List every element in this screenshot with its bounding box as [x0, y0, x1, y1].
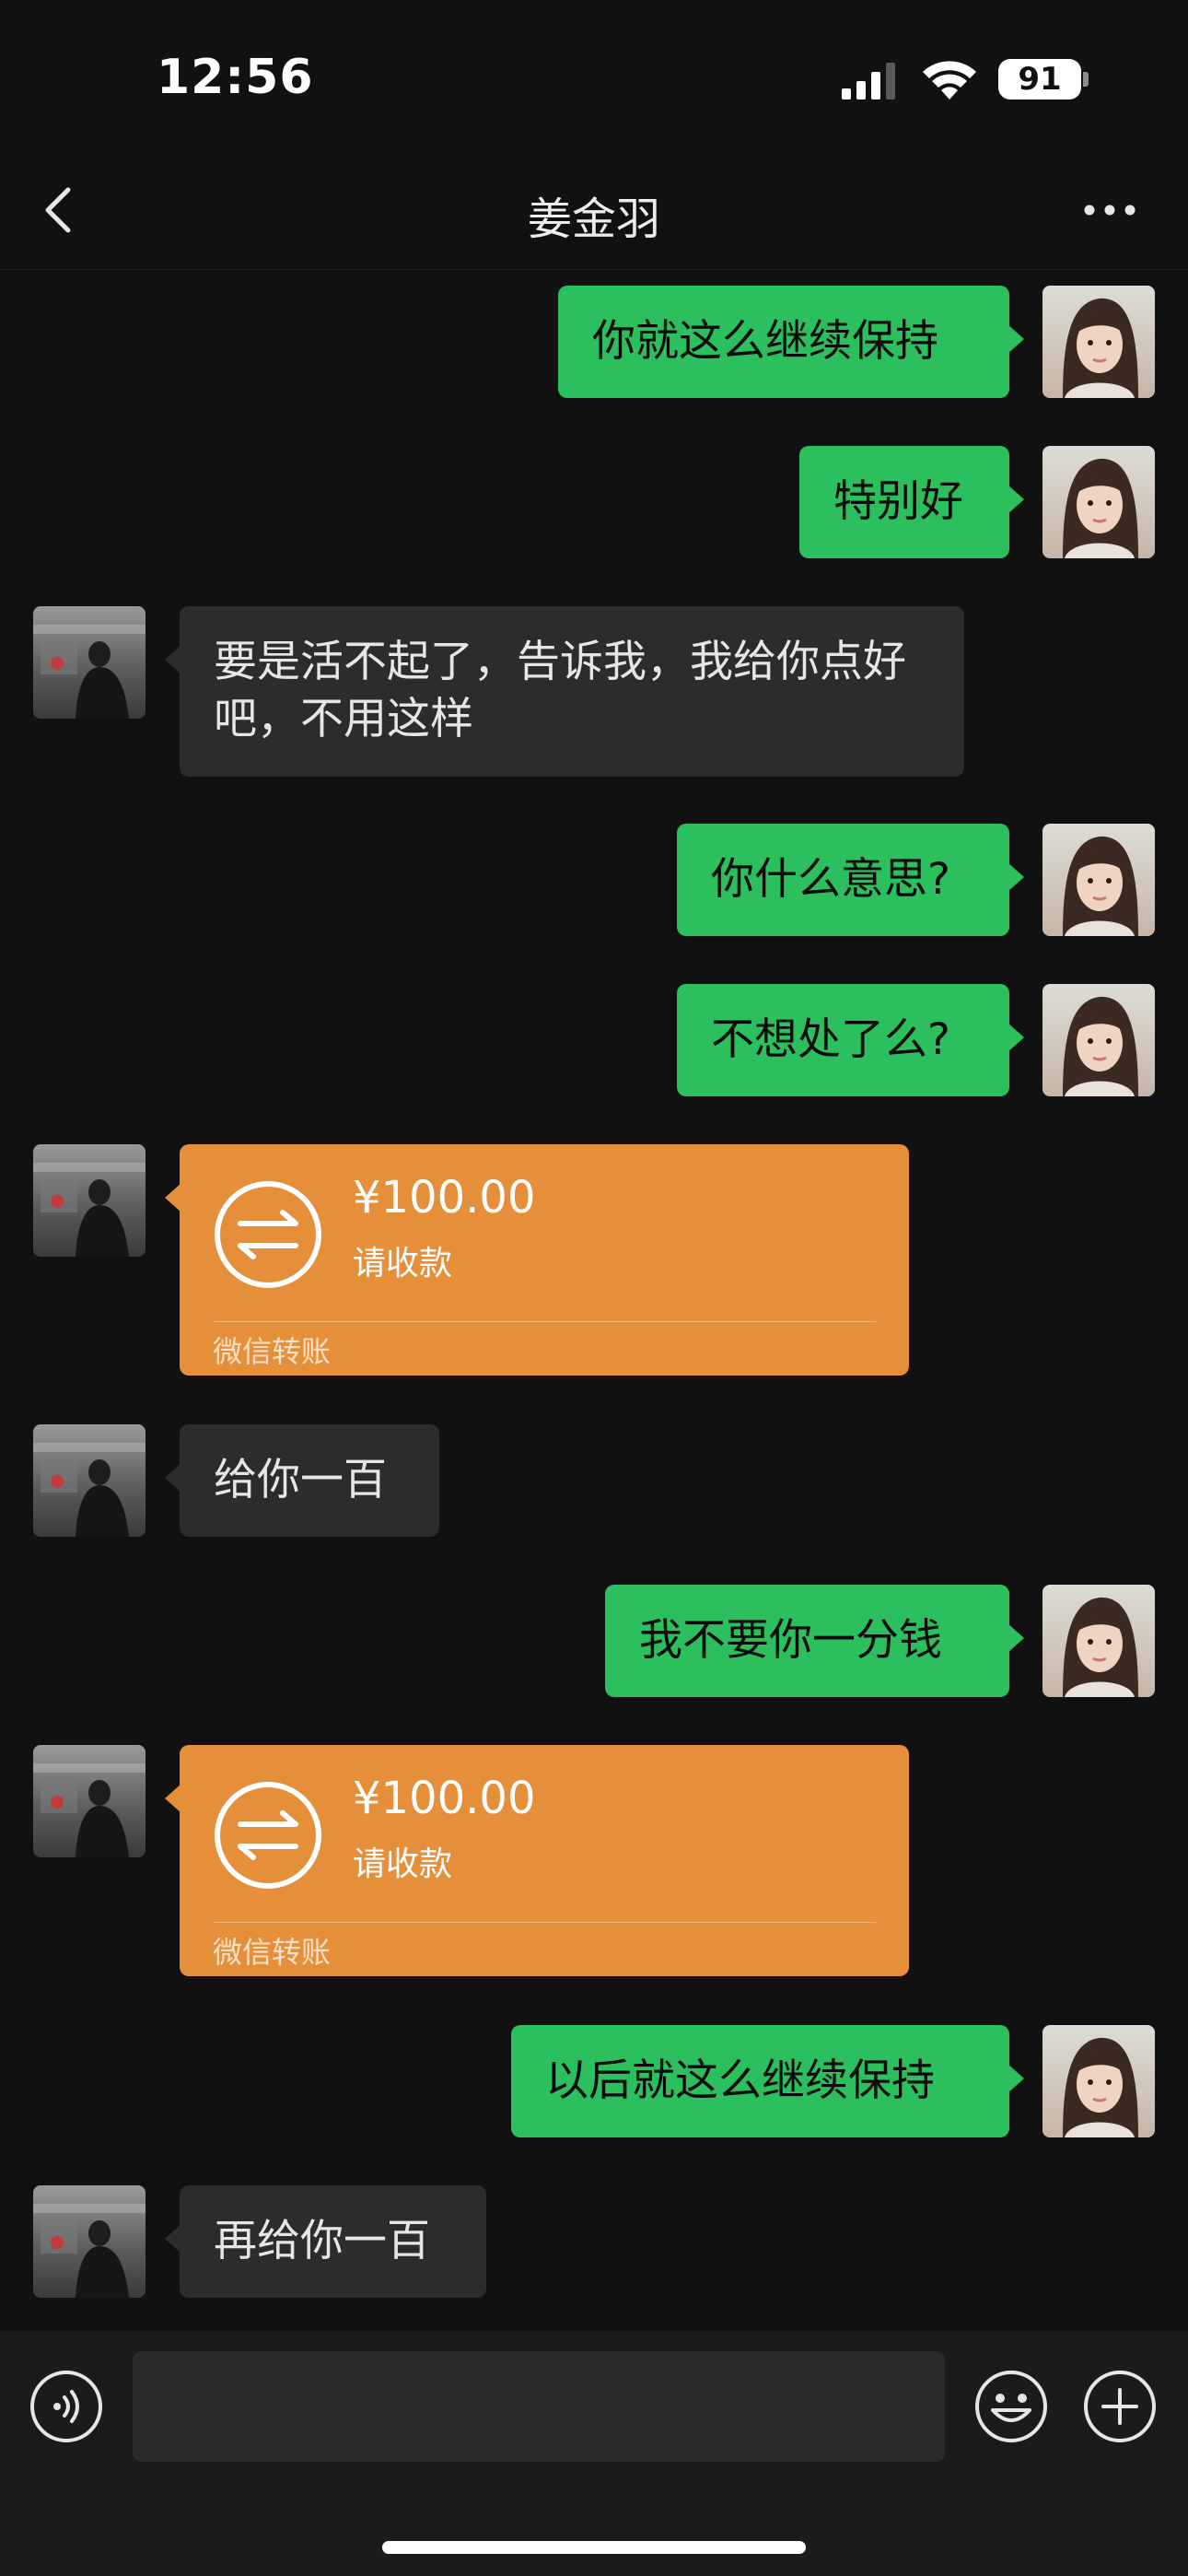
transfer-card[interactable]: ¥100.00 请收款 微信转账 [165, 1144, 909, 1376]
avatar-me[interactable] [1042, 286, 1155, 398]
avatar-contact[interactable] [33, 1745, 146, 1857]
status-time: 12:56 [157, 50, 314, 105]
battery-tip [1083, 72, 1089, 87]
cellular-signal-icon [842, 63, 895, 100]
status-bar: 12:56 91 [0, 0, 1188, 147]
home-indicator[interactable] [382, 2541, 806, 2554]
transfer-status: 请收款 [353, 1245, 453, 1282]
avatar-contact[interactable] [33, 1424, 146, 1537]
transfer-icon [215, 1782, 321, 1889]
message-bubble-outgoing[interactable]: 你就这么继续保持 [558, 286, 1024, 398]
message-bubble-incoming[interactable]: 再给你一百 [165, 2185, 486, 2298]
message-bubble-outgoing[interactable]: 你什么意思? [677, 824, 1024, 936]
wifi-icon [923, 61, 976, 100]
voice-icon[interactable] [29, 2370, 103, 2443]
transfer-card[interactable]: ¥100.00 请收款 微信转账 [165, 1745, 909, 1976]
message-bubble-outgoing[interactable]: 不想处了么? [677, 984, 1024, 1096]
transfer-amount: ¥100.00 [353, 1773, 536, 1824]
transfer-divider [213, 1922, 876, 1923]
avatar-me[interactable] [1042, 2025, 1155, 2137]
emoji-icon[interactable] [974, 2370, 1048, 2443]
avatar-me[interactable] [1042, 1585, 1155, 1697]
message-bubble-outgoing[interactable]: 以后就这么继续保持 [511, 2025, 1024, 2137]
message-bubble-incoming[interactable]: 要是活不起了，告诉我，我给你点好吧，不用这样 [165, 606, 964, 777]
transfer-label: 微信转账 [213, 1935, 332, 1970]
transfer-label: 微信转账 [213, 1334, 332, 1369]
chat-header: 姜金羽 [0, 147, 1188, 270]
avatar-me[interactable] [1042, 446, 1155, 558]
more-icon[interactable] [1083, 201, 1136, 219]
transfer-status: 请收款 [353, 1845, 453, 1883]
chat-title: 姜金羽 [527, 193, 660, 245]
avatar-me[interactable] [1042, 824, 1155, 936]
avatar-contact[interactable] [33, 606, 146, 719]
transfer-divider [213, 1321, 876, 1322]
add-icon[interactable] [1083, 2370, 1157, 2443]
battery-indicator: 91 [998, 59, 1081, 100]
avatar-me[interactable] [1042, 984, 1155, 1096]
transfer-amount: ¥100.00 [353, 1172, 536, 1224]
transfer-icon [215, 1181, 321, 1288]
message-bubble-outgoing[interactable]: 特别好 [799, 446, 1024, 558]
battery-level: 91 [1018, 61, 1062, 98]
input-bar [0, 2331, 1188, 2576]
avatar-contact[interactable] [33, 1144, 146, 1257]
message-bubble-incoming[interactable]: 给你一百 [165, 1424, 439, 1537]
message-input[interactable] [133, 2351, 945, 2462]
avatar-contact[interactable] [33, 2185, 146, 2298]
message-bubble-outgoing[interactable]: 我不要你一分钱 [605, 1585, 1024, 1697]
